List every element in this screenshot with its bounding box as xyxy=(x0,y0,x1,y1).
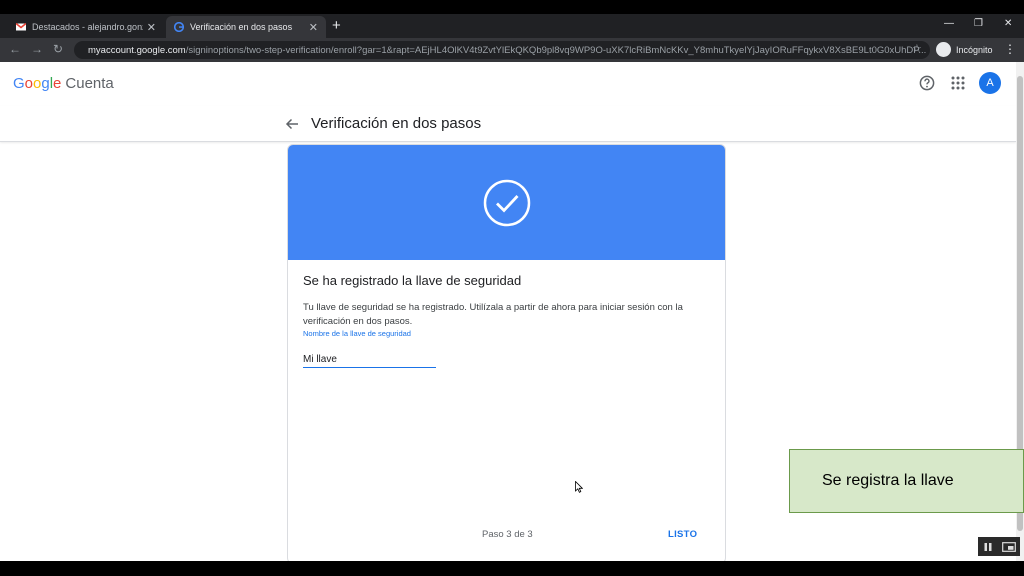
logo-letter: G xyxy=(13,75,25,92)
new-tab-icon[interactable]: + xyxy=(332,17,341,34)
tab-title: Verificación en dos pasos xyxy=(190,22,293,32)
minimize-icon[interactable]: — xyxy=(944,18,954,29)
key-name-label: Nombre de la llave de seguridad xyxy=(303,329,411,338)
close-tab-icon[interactable]: ✕ xyxy=(309,21,318,34)
avatar[interactable]: A xyxy=(979,72,1001,94)
logo-letter: g xyxy=(41,75,50,92)
checkmark-circle-icon xyxy=(483,179,531,227)
tab-gmail[interactable]: Destacados - alejandro.gonzale ✕ xyxy=(8,16,164,38)
tab-two-step[interactable]: Verificación en dos pasos ✕ xyxy=(166,16,326,38)
success-card: Se ha registrado la llave de seguridad T… xyxy=(287,144,726,561)
back-arrow-icon[interactable] xyxy=(285,117,299,131)
incognito-label: Incógnito xyxy=(956,44,993,55)
google-icon xyxy=(174,22,184,32)
help-icon[interactable] xyxy=(919,75,935,91)
reload-icon[interactable]: ↻ xyxy=(53,42,63,56)
forward-nav-icon[interactable]: → xyxy=(31,42,43,56)
product-name: Cuenta xyxy=(65,75,114,92)
page-subheader: Verificación en dos pasos xyxy=(0,106,1016,142)
browser-tab-bar: Destacados - alejandro.gonzale ✕ Verific… xyxy=(0,14,1024,38)
step-indicator: Paso 3 de 3 xyxy=(482,529,533,540)
picture-in-picture-icon[interactable] xyxy=(1001,541,1016,552)
close-tab-icon[interactable]: ✕ xyxy=(147,21,156,34)
logo-letter: o xyxy=(24,75,34,92)
incognito-indicator[interactable]: Incógnito xyxy=(936,42,993,57)
gmail-icon xyxy=(16,22,26,31)
maximize-icon[interactable]: ❐ xyxy=(974,18,983,29)
url-path: /signinoptions/two-step-verification/enr… xyxy=(185,44,927,56)
google-header: Google Cuenta A xyxy=(0,62,1016,106)
browser-toolbar: ← → ↻ myaccount.google.com/signinoptions… xyxy=(0,38,1024,62)
back-nav-icon[interactable]: ← xyxy=(9,42,21,56)
video-frame: Destacados - alejandro.gonzale ✕ Verific… xyxy=(0,0,1024,576)
page-title: Verificación en dos pasos xyxy=(311,115,482,132)
incognito-icon xyxy=(936,42,951,57)
key-name-input[interactable] xyxy=(303,352,436,368)
card-description: Tu llave de seguridad se ha registrado. … xyxy=(303,302,683,327)
close-window-icon[interactable]: ✕ xyxy=(1004,18,1012,29)
google-account-logo[interactable]: Google Cuenta xyxy=(13,75,114,92)
logo-letter: o xyxy=(33,75,42,92)
card-title: Se ha registrado la llave de seguridad xyxy=(303,273,522,288)
url-host: myaccount.google.com xyxy=(88,44,186,56)
logo-letter: e xyxy=(53,75,62,92)
tab-title: Destacados - alejandro.gonzale xyxy=(32,22,143,32)
pause-icon[interactable] xyxy=(983,542,993,552)
apps-grid-icon[interactable] xyxy=(950,75,966,91)
success-banner xyxy=(288,145,725,260)
bookmark-star-icon[interactable]: ☆ xyxy=(912,42,922,55)
annotation-callout: Se registra la llave xyxy=(789,449,1024,513)
video-controls xyxy=(978,537,1020,556)
mouse-cursor-icon xyxy=(575,481,583,493)
browser-menu-icon[interactable]: ⋮ xyxy=(1004,42,1016,56)
address-bar[interactable]: myaccount.google.com/signinoptions/two-s… xyxy=(74,41,930,59)
done-button[interactable]: LISTO xyxy=(668,529,697,540)
